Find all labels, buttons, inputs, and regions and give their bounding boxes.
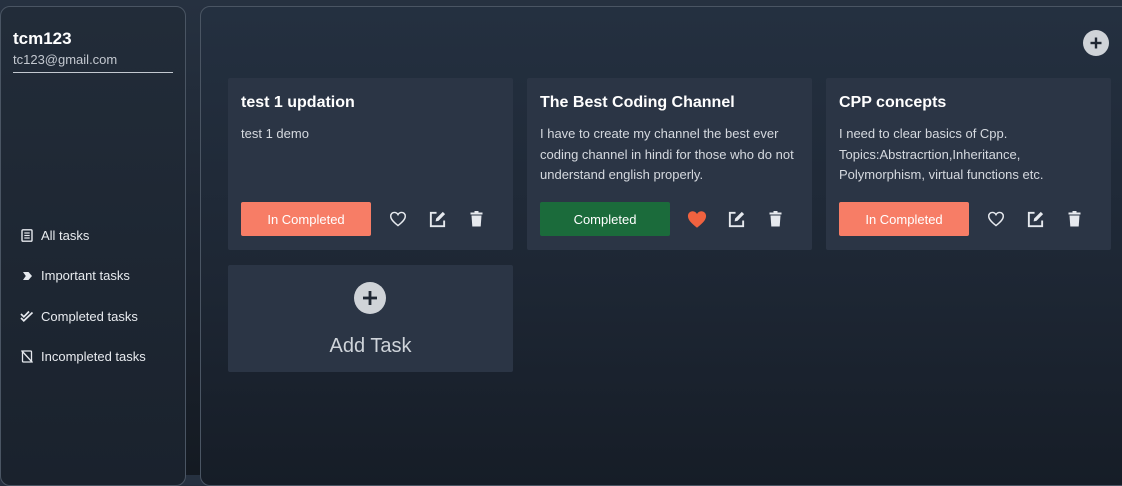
sidebar-item-important-tasks[interactable]: Important tasks bbox=[19, 256, 146, 297]
sidebar-nav: All tasks Important tasks Completed task… bbox=[19, 215, 146, 377]
heart-outline-icon[interactable] bbox=[379, 202, 417, 236]
task-description: test 1 demo bbox=[241, 126, 309, 141]
task-actions: In Completed bbox=[839, 202, 1093, 236]
task-card: CPP concepts I need to clear basics of C… bbox=[826, 78, 1111, 250]
tag-icon bbox=[19, 268, 35, 284]
status-button[interactable]: Completed bbox=[540, 202, 670, 236]
sidebar-item-label: Important tasks bbox=[41, 268, 130, 284]
plus-circle-icon bbox=[354, 282, 386, 314]
user-name: tcm123 bbox=[13, 29, 72, 48]
double-check-icon bbox=[19, 308, 35, 324]
sidebar-item-label: All tasks bbox=[41, 227, 90, 243]
task-actions: Completed bbox=[540, 202, 794, 236]
add-task-button[interactable] bbox=[1083, 30, 1109, 56]
edit-icon[interactable] bbox=[717, 202, 755, 236]
heart-outline-icon[interactable] bbox=[977, 202, 1015, 236]
sidebar-item-completed-tasks[interactable]: Completed tasks bbox=[19, 296, 146, 337]
sidebar-item-incompleted-tasks[interactable]: Incompleted tasks bbox=[19, 337, 146, 378]
status-button[interactable]: In Completed bbox=[839, 202, 969, 236]
sidebar-item-label: Completed tasks bbox=[41, 308, 138, 324]
trash-icon[interactable] bbox=[1055, 202, 1093, 236]
user-email: tc123@gmail.com bbox=[13, 52, 173, 73]
plus-icon bbox=[1090, 37, 1102, 49]
trash-icon[interactable] bbox=[756, 202, 794, 236]
task-card: The Best Coding Channel I have to create… bbox=[527, 78, 812, 250]
add-task-label: Add Task bbox=[329, 335, 412, 357]
task-title: CPP concepts bbox=[839, 94, 947, 111]
task-title: test 1 updation bbox=[241, 94, 355, 111]
heart-filled-icon[interactable] bbox=[678, 202, 716, 236]
trash-icon[interactable] bbox=[457, 202, 495, 236]
edit-icon[interactable] bbox=[418, 202, 456, 236]
sidebar-item-label: Incompleted tasks bbox=[41, 349, 146, 365]
main-panel: test 1 updation test 1 demo In Completed… bbox=[200, 6, 1122, 486]
task-title: The Best Coding Channel bbox=[540, 94, 735, 111]
sidebar-item-all-tasks[interactable]: All tasks bbox=[19, 215, 146, 256]
task-description: I need to clear basics of Cpp. Topics:Ab… bbox=[839, 126, 1044, 182]
edit-icon[interactable] bbox=[1016, 202, 1054, 236]
notes-icon bbox=[19, 227, 35, 243]
task-actions: In Completed bbox=[241, 202, 495, 236]
notebook-slash-icon bbox=[19, 349, 35, 365]
task-description: I have to create my channel the best eve… bbox=[540, 126, 794, 182]
status-button[interactable]: In Completed bbox=[241, 202, 371, 236]
add-task-card[interactable]: Add Task bbox=[228, 265, 513, 372]
sidebar: tcm123 tc123@gmail.com All tasks Importa… bbox=[0, 6, 186, 486]
task-card: test 1 updation test 1 demo In Completed bbox=[228, 78, 513, 250]
